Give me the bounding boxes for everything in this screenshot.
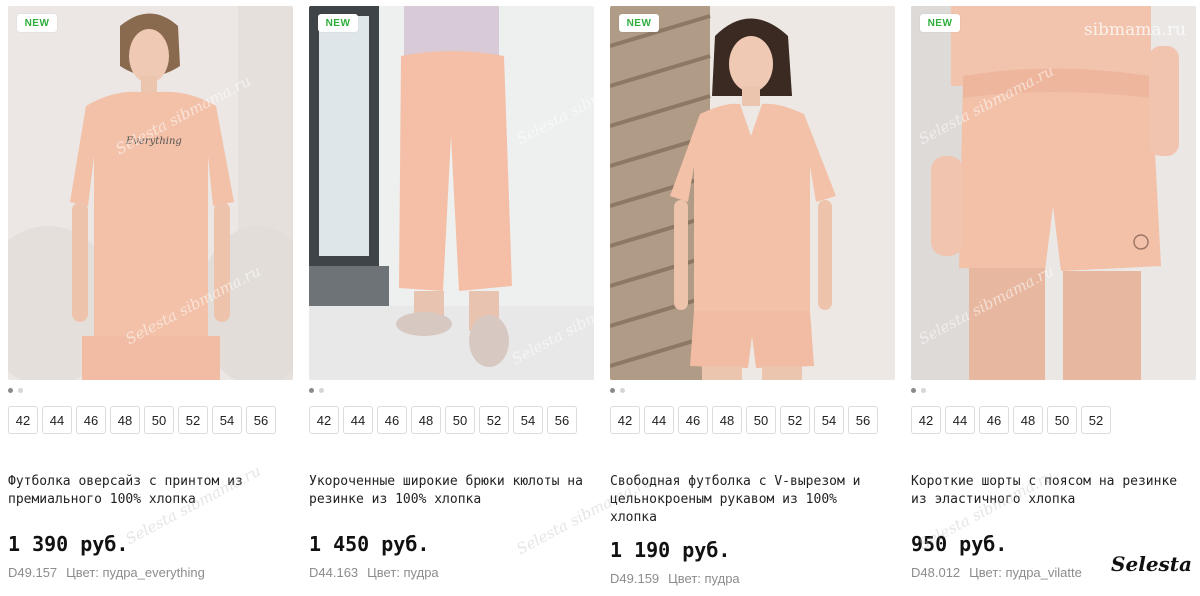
product-photo[interactable]: Everything NEW Selesta sibmama.ru Selest… bbox=[8, 6, 293, 380]
size-option[interactable]: 52 bbox=[479, 406, 509, 434]
carousel-dot[interactable] bbox=[911, 388, 916, 393]
product-price: 1 450 руб. bbox=[309, 532, 430, 556]
new-badge: NEW bbox=[920, 14, 960, 32]
size-option[interactable]: 52 bbox=[1081, 406, 1111, 434]
size-selector: 42 44 46 48 50 52 54 56 bbox=[8, 406, 293, 434]
size-option[interactable]: 50 bbox=[1047, 406, 1077, 434]
size-option[interactable]: 44 bbox=[42, 406, 72, 434]
size-option[interactable]: 48 bbox=[110, 406, 140, 434]
size-option[interactable]: 54 bbox=[212, 406, 242, 434]
product-sku: D48.012 bbox=[911, 565, 961, 580]
size-option[interactable]: 46 bbox=[678, 406, 708, 434]
size-option[interactable]: 44 bbox=[945, 406, 975, 434]
size-option[interactable]: 46 bbox=[377, 406, 407, 434]
product-color: Цвет: пудра_everything bbox=[66, 565, 205, 580]
carousel-dot[interactable] bbox=[319, 388, 324, 393]
size-option[interactable]: 46 bbox=[979, 406, 1009, 434]
size-option[interactable]: 54 bbox=[513, 406, 543, 434]
product-sku: D44.163 bbox=[309, 565, 359, 580]
product-meta: D49.157 Цвет: пудра_everything bbox=[8, 565, 205, 580]
carousel-dot[interactable] bbox=[8, 388, 13, 393]
size-option[interactable]: 42 bbox=[309, 406, 339, 434]
size-option[interactable]: 48 bbox=[712, 406, 742, 434]
product-card[interactable]: NEW sibmama.ru Selesta sibmama.ru Selest… bbox=[911, 6, 1196, 596]
vneck-tshirt-photo bbox=[610, 6, 895, 380]
product-photo[interactable]: NEW Selesta sibmama.ru Selesta sibmama.r… bbox=[309, 6, 594, 380]
carousel-dots[interactable] bbox=[911, 388, 1196, 394]
carousel-dot[interactable] bbox=[620, 388, 625, 393]
product-card[interactable]: NEW Selesta sibmama.ru Selesta sibmama.r… bbox=[309, 6, 655, 596]
size-option[interactable]: 56 bbox=[246, 406, 276, 434]
brand-watermark: Selesta bbox=[1111, 552, 1192, 576]
size-option[interactable]: 48 bbox=[411, 406, 441, 434]
size-option[interactable]: 56 bbox=[547, 406, 577, 434]
product-card[interactable]: Everything NEW Selesta sibmama.ru Selest… bbox=[8, 6, 293, 596]
product-color: Цвет: пудра_vilatte bbox=[969, 565, 1082, 580]
product-title[interactable]: Укороченные широкие брюки кюлоты на рези… bbox=[309, 473, 584, 509]
product-sku: D49.157 bbox=[8, 565, 58, 580]
size-option[interactable]: 44 bbox=[644, 406, 674, 434]
culottes-photo bbox=[309, 6, 594, 380]
size-option[interactable]: 50 bbox=[746, 406, 776, 434]
product-meta: D48.012 Цвет: пудра_vilatte bbox=[911, 565, 1082, 580]
product-meta: D44.163 Цвет: пудра bbox=[309, 565, 439, 580]
product-color: Цвет: пудра bbox=[668, 571, 740, 586]
size-option[interactable]: 42 bbox=[911, 406, 941, 434]
product-meta: D49.159 Цвет: пудра bbox=[610, 571, 740, 586]
size-option[interactable]: 54 bbox=[814, 406, 844, 434]
size-option[interactable]: 48 bbox=[1013, 406, 1043, 434]
size-option[interactable]: 56 bbox=[848, 406, 878, 434]
size-option[interactable]: 42 bbox=[610, 406, 640, 434]
product-title[interactable]: Свободная футболка с V-вырезом и цельнок… bbox=[610, 473, 885, 527]
size-selector: 42 44 46 48 50 52 54 56 bbox=[309, 406, 594, 434]
size-option[interactable]: 46 bbox=[76, 406, 106, 434]
carousel-dot[interactable] bbox=[309, 388, 314, 393]
carousel-dots[interactable] bbox=[309, 388, 594, 394]
carousel-dots[interactable] bbox=[610, 388, 895, 394]
carousel-dot[interactable] bbox=[921, 388, 926, 393]
watermark-site: sibmama.ru bbox=[1083, 20, 1186, 40]
new-badge: NEW bbox=[17, 14, 57, 32]
size-option[interactable]: 42 bbox=[8, 406, 38, 434]
product-card[interactable]: NEW 42 44 46 48 50 52 54 56 Свободная фу… bbox=[610, 6, 895, 596]
product-sku: D49.159 bbox=[610, 571, 660, 586]
product-color: Цвет: пудра bbox=[367, 565, 439, 580]
product-price: 1 390 руб. bbox=[8, 532, 129, 556]
product-price: 1 190 руб. bbox=[610, 538, 731, 562]
product-photo[interactable]: NEW bbox=[610, 6, 895, 380]
product-photo[interactable]: NEW sibmama.ru Selesta sibmama.ru Selest… bbox=[911, 6, 1196, 380]
size-option[interactable]: 50 bbox=[144, 406, 174, 434]
new-badge: NEW bbox=[318, 14, 358, 32]
size-option[interactable]: 50 bbox=[445, 406, 475, 434]
size-option[interactable]: 52 bbox=[780, 406, 810, 434]
size-option[interactable]: 44 bbox=[343, 406, 373, 434]
size-option[interactable]: 52 bbox=[178, 406, 208, 434]
carousel-dot[interactable] bbox=[610, 388, 615, 393]
new-badge: NEW bbox=[619, 14, 659, 32]
size-selector: 42 44 46 48 50 52 bbox=[911, 406, 1196, 434]
product-grid: Everything NEW Selesta sibmama.ru Selest… bbox=[8, 6, 1196, 596]
carousel-dot[interactable] bbox=[18, 388, 23, 393]
carousel-dots[interactable] bbox=[8, 388, 293, 394]
size-selector: 42 44 46 48 50 52 54 56 bbox=[610, 406, 895, 434]
